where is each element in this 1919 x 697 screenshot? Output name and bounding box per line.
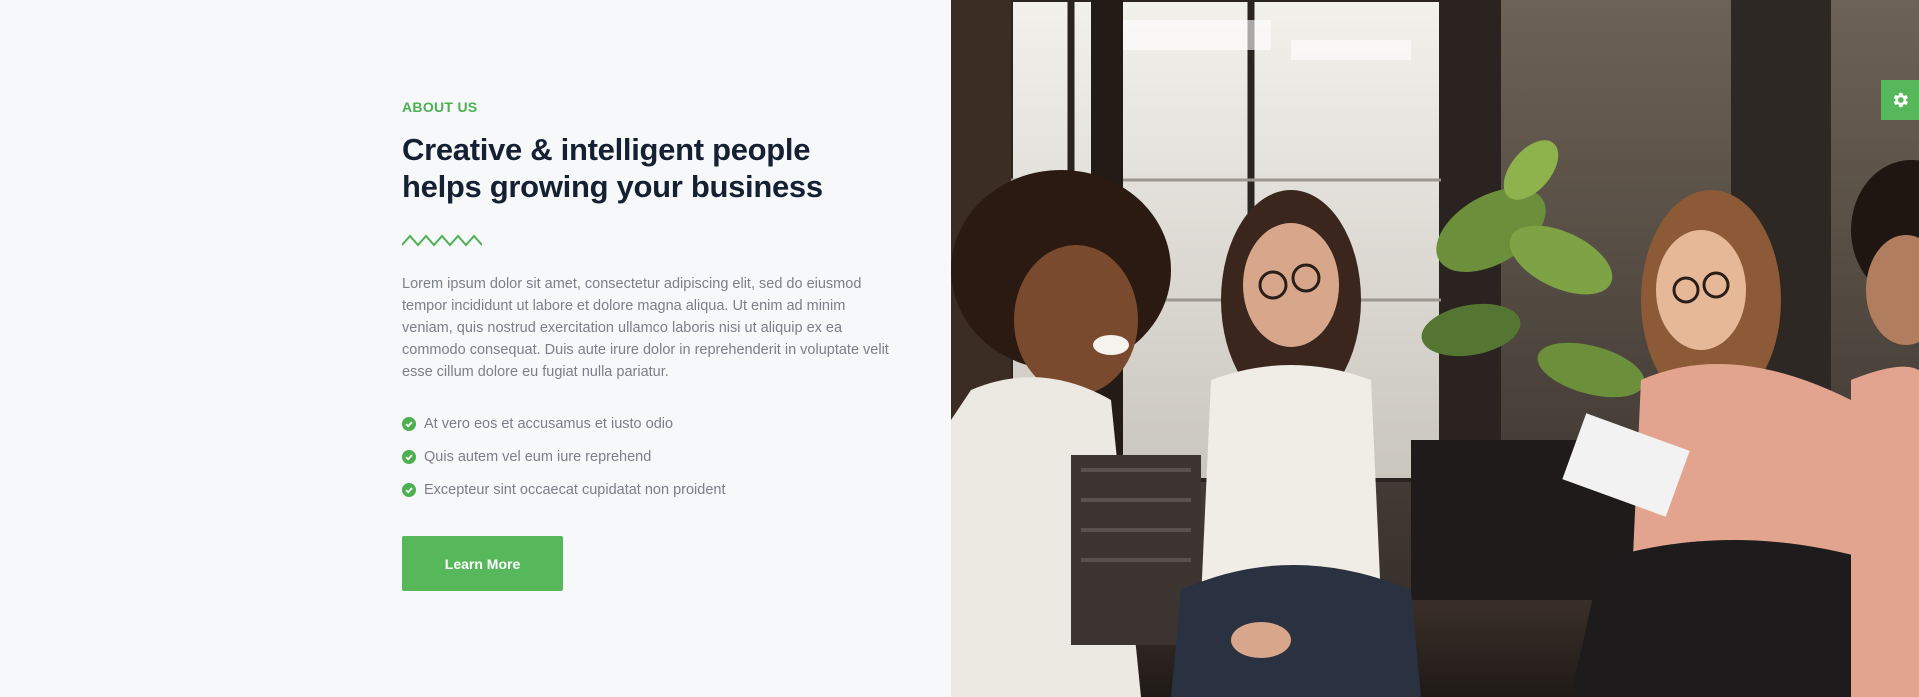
check-circle-icon <box>402 416 416 431</box>
section-title: Creative & intelligent people helps grow… <box>402 132 823 204</box>
settings-toggle-button[interactable] <box>1881 80 1919 120</box>
learn-more-button[interactable]: Learn More <box>402 536 563 591</box>
about-content: ABOUT US Creative & intelligent people h… <box>402 97 892 591</box>
about-section: ABOUT US Creative & intelligent people h… <box>0 0 1919 697</box>
gear-icon <box>1893 92 1908 108</box>
check-circle-icon <box>402 482 416 497</box>
section-eyebrow: ABOUT US <box>402 99 478 115</box>
about-text-panel: ABOUT US Creative & intelligent people h… <box>0 0 951 697</box>
about-paragraph: Lorem ipsum dolor sit amet, consectetur … <box>402 276 889 380</box>
team-photo <box>951 0 1919 697</box>
checklist-item-label: Quis autem vel eum iure reprehend <box>424 448 652 465</box>
team-photo-illustration <box>951 0 1919 697</box>
check-circle-icon <box>402 449 416 464</box>
checklist-item-label: At vero eos et accusamus et iusto odio <box>424 415 674 432</box>
zigzag-divider-icon <box>402 234 482 247</box>
checklist-item: Quis autem vel eum iure reprehend <box>402 440 892 473</box>
checklist-item: Excepteur sint occaecat cupidatat non pr… <box>402 473 892 506</box>
checklist-item-label: Excepteur sint occaecat cupidatat non pr… <box>424 481 726 498</box>
checklist-item: At vero eos et accusamus et iusto odio <box>402 407 892 440</box>
feature-checklist: At vero eos et accusamus et iusto odio Q… <box>402 407 892 506</box>
